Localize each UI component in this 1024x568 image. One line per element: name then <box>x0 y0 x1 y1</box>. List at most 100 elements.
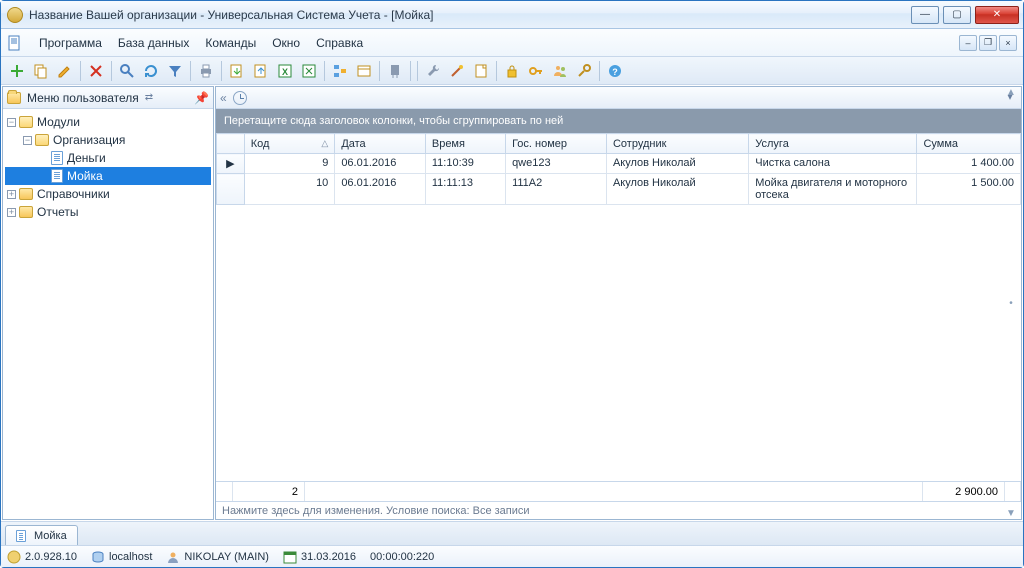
import-button[interactable] <box>250 60 272 82</box>
calendar-icon <box>283 550 297 564</box>
page-icon <box>16 530 26 542</box>
tab-wash[interactable]: Мойка <box>5 525 78 545</box>
help-icon: ? <box>607 63 623 79</box>
note-button[interactable] <box>470 60 492 82</box>
user-icon <box>166 550 180 564</box>
row-indicator: ▶ <box>217 154 245 174</box>
key-icon <box>528 63 544 79</box>
table-row[interactable]: 10 06.01.2016 11:11:13 111A2 Акулов Нико… <box>217 174 1021 205</box>
tools-button[interactable] <box>422 60 444 82</box>
content-pane: « ▾ Перетащите сюда заголовок колонки, ч… <box>215 86 1022 520</box>
sidebar: Меню пользователя ⇄ 📌 −Модули −Организац… <box>2 86 214 520</box>
tree-item-money[interactable]: Деньги <box>5 149 211 167</box>
status-user: NIKOLAY (MAIN) <box>166 550 269 564</box>
users-button[interactable] <box>549 60 571 82</box>
refresh-button[interactable] <box>140 60 162 82</box>
key-button[interactable] <box>525 60 547 82</box>
tab-bar: Мойка <box>1 521 1023 545</box>
grid-footer: 2 2 900.00 <box>216 481 1021 501</box>
col-date[interactable]: Дата <box>335 134 426 154</box>
window-minimize-button[interactable]: — <box>911 6 939 24</box>
refresh-icon <box>143 63 159 79</box>
nav-tree: −Модули −Организация Деньги Мойка +Справ… <box>3 109 213 519</box>
excel-export-button[interactable]: X <box>274 60 296 82</box>
menu-commands[interactable]: Команды <box>197 32 264 54</box>
svg-text:?: ? <box>612 67 618 77</box>
db-icon <box>91 550 105 564</box>
row-indicator-header[interactable] <box>217 134 245 154</box>
status-timer: 00:00:00:220 <box>370 551 434 563</box>
status-bar: 2.0.928.10 localhost NIKOLAY (MAIN) 31.0… <box>1 545 1023 567</box>
export-icon <box>229 63 245 79</box>
table-row[interactable]: ▶ 9 06.01.2016 11:10:39 qwe123 Акулов Ни… <box>217 154 1021 174</box>
grid-status-bar[interactable]: Нажмите здесь для изменения. Условие пои… <box>216 501 1021 519</box>
wrench-icon <box>425 63 441 79</box>
menu-database[interactable]: База данных <box>110 32 197 54</box>
footer-sum: 2 900.00 <box>923 482 1005 501</box>
data-grid[interactable]: Код△ Дата Время Гос. номер Сотрудник Усл… <box>216 133 1021 481</box>
menu-bar: Программа База данных Команды Окно Справ… <box>1 29 1023 57</box>
tree-item-modules[interactable]: −Модули <box>5 113 211 131</box>
scroll-dot-icon[interactable]: • <box>1009 298 1013 309</box>
key2-button[interactable] <box>573 60 595 82</box>
window-title: Название Вашей организации - Универсальн… <box>29 8 911 22</box>
row-indicator <box>217 174 245 205</box>
delete-button[interactable] <box>85 60 107 82</box>
lock-icon <box>504 63 520 79</box>
tree-item-refs[interactable]: +Справочники <box>5 185 211 203</box>
tree-icon <box>332 63 348 79</box>
edit-button[interactable] <box>54 60 76 82</box>
window-maximize-button[interactable]: ▢ <box>943 6 971 24</box>
toolbar: X ? <box>1 57 1023 85</box>
copy-button[interactable] <box>30 60 52 82</box>
status-date: 31.03.2016 <box>283 550 356 564</box>
tree-visual-button[interactable] <box>329 60 351 82</box>
export-button[interactable] <box>226 60 248 82</box>
plus-icon <box>9 63 25 79</box>
help-button[interactable]: ? <box>604 60 626 82</box>
lock-button[interactable] <box>501 60 523 82</box>
clock-icon[interactable] <box>233 91 247 105</box>
scroll-hint: ▲ • ▼ <box>1003 87 1019 519</box>
mdi-close-button[interactable]: × <box>999 35 1017 51</box>
excel-import-button[interactable] <box>298 60 320 82</box>
plugin-button[interactable] <box>384 60 406 82</box>
key2-icon <box>576 63 592 79</box>
scroll-up-icon[interactable]: ▲ <box>1006 87 1016 98</box>
app-menu-icon[interactable] <box>7 35 23 51</box>
menu-program[interactable]: Программа <box>31 32 110 54</box>
filter-button[interactable] <box>164 60 186 82</box>
col-employee[interactable]: Сотрудник <box>606 134 748 154</box>
wand-button[interactable] <box>446 60 468 82</box>
tree-item-wash[interactable]: Мойка <box>5 167 211 185</box>
printer-icon <box>198 63 214 79</box>
search-icon <box>119 63 135 79</box>
add-button[interactable] <box>6 60 28 82</box>
app-icon <box>7 7 23 23</box>
footer-count: 2 <box>233 482 305 501</box>
mdi-minimize-button[interactable]: – <box>959 35 977 51</box>
app-icon-small <box>7 550 21 564</box>
sidebar-pin-icon[interactable]: 📌 <box>194 91 209 105</box>
sidebar-nav-icon[interactable]: ⇄ <box>145 92 153 103</box>
col-plate[interactable]: Гос. номер <box>506 134 607 154</box>
scroll-down-icon[interactable]: ▼ <box>1006 508 1016 519</box>
col-service[interactable]: Услуга <box>749 134 917 154</box>
content-toolbar: « ▾ <box>216 87 1021 109</box>
copy-icon <box>33 63 49 79</box>
tree-item-reports[interactable]: +Отчеты <box>5 203 211 221</box>
group-by-bar[interactable]: Перетащите сюда заголовок колонки, чтобы… <box>216 109 1021 133</box>
search-button[interactable] <box>116 60 138 82</box>
menu-window[interactable]: Окно <box>264 32 308 54</box>
col-code[interactable]: Код△ <box>244 134 335 154</box>
card-button[interactable] <box>353 60 375 82</box>
window-close-button[interactable]: ✕ <box>975 6 1019 24</box>
print-button[interactable] <box>195 60 217 82</box>
plugin-icon <box>387 63 403 79</box>
col-time[interactable]: Время <box>425 134 505 154</box>
tree-item-organization[interactable]: −Организация <box>5 131 211 149</box>
mdi-restore-button[interactable]: ❐ <box>979 35 997 51</box>
x-icon <box>88 63 104 79</box>
menu-help[interactable]: Справка <box>308 32 371 54</box>
collapse-panel-button[interactable]: « <box>220 91 227 105</box>
